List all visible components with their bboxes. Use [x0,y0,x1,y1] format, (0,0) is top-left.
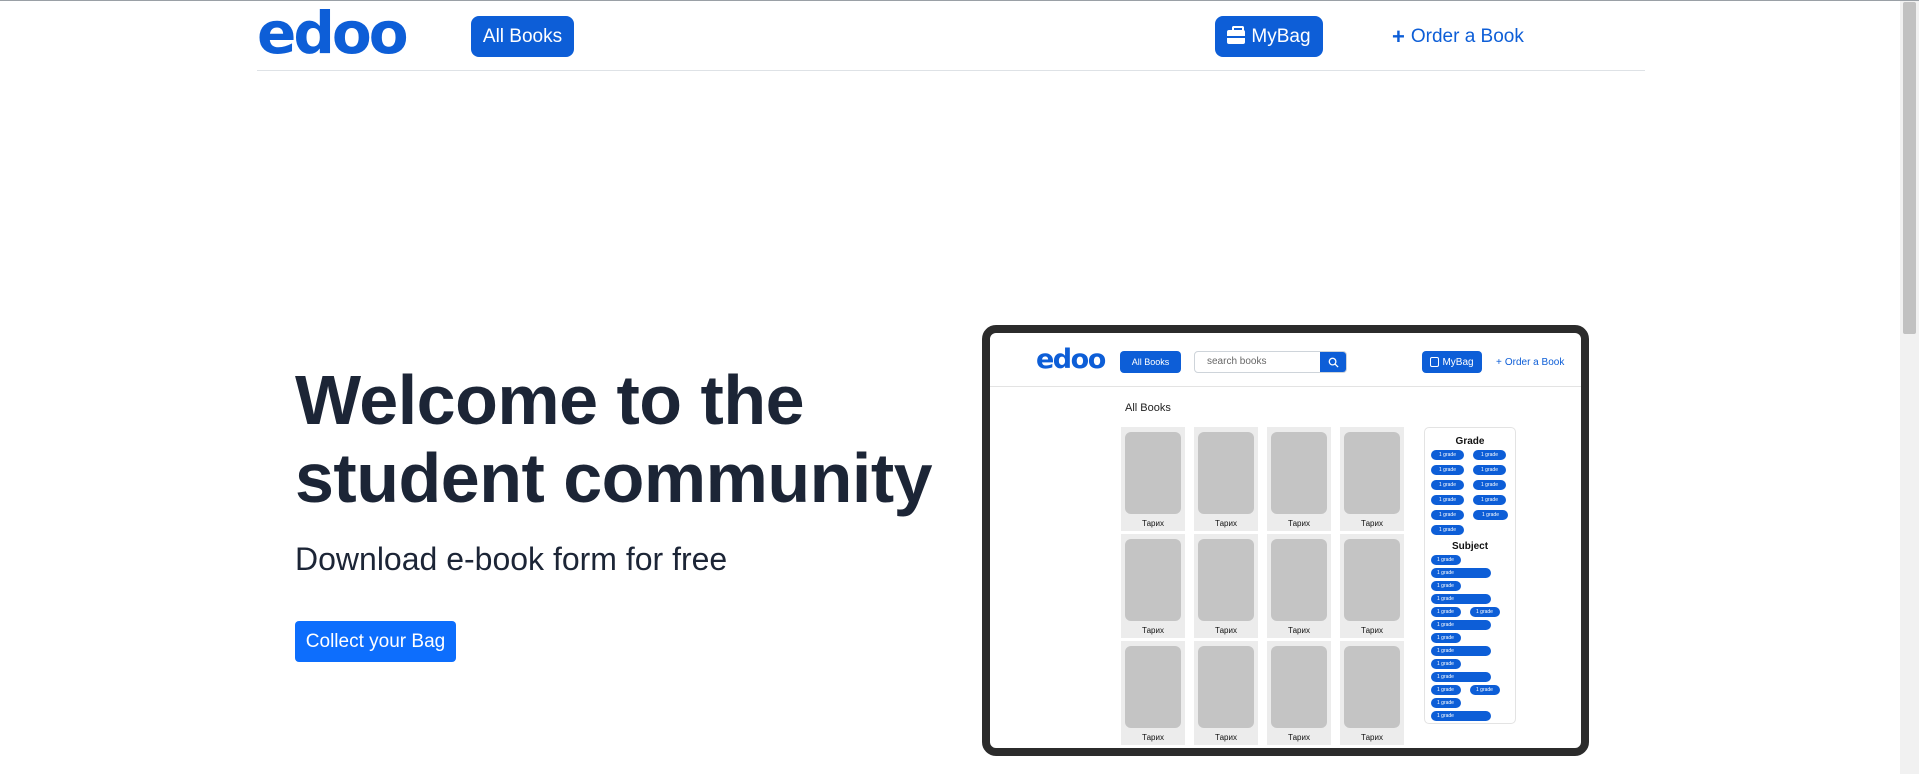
mockup-book-card: Тарих [1267,534,1331,638]
logo[interactable]: edoo [257,3,409,63]
mockup-logo: edoo [1036,344,1106,375]
mockup-subject-pill: 1 grade [1431,568,1491,578]
mockup-grade-pill: 1 grade [1431,465,1464,475]
site-header: edoo All Books MyBag + Order a Book [257,1,1645,71]
mockup-subject-pill: 1 grade [1431,594,1491,604]
mockup-book-card: Тарих [1340,641,1404,745]
mockup-subject-pill: 1 grade [1431,581,1461,591]
mockup-book-title: Тарих [1215,733,1237,742]
plus-icon: + [1392,23,1405,49]
mockup-grade-pill: 1 grade [1473,510,1508,520]
mockup-subject-pill: 1 grade [1431,698,1461,708]
mockup-grade-pill: 1 grade [1473,450,1506,460]
mockup-book-cover [1125,646,1181,728]
all-books-button[interactable]: All Books [471,16,574,57]
mybag-label: MyBag [1251,25,1311,47]
app-preview-mockup: edoo All Books search books MyBag + Orde… [982,325,1589,756]
mockup-subject-pill: 1 grade [1431,685,1461,695]
mockup-book-cover [1198,646,1254,728]
mockup-subject-pill: 1 grade [1470,685,1500,695]
mockup-header: edoo All Books search books MyBag + Orde… [990,333,1581,387]
mockup-subject-pill: 1 grade [1431,659,1461,669]
mockup-book-cover [1198,539,1254,621]
mockup-grade-pill: 1 grade [1431,510,1464,520]
mockup-book-title: Тарих [1142,626,1164,635]
search-icon [1328,357,1339,368]
mockup-book-card: Тарих [1121,427,1185,531]
hero-title-line1: Welcome to the [295,361,805,439]
mockup-mybag-label: MyBag [1442,356,1474,368]
mockup-plus-icon: + [1496,356,1502,368]
mockup-book-title: Тарих [1361,626,1383,635]
mockup-book-cover [1344,539,1400,621]
mybag-button[interactable]: MyBag [1215,16,1323,57]
mockup-book-cover [1125,539,1181,621]
mockup-section-title: All Books [1125,402,1171,414]
mockup-order-link: + Order a Book [1496,351,1564,373]
mockup-order-label: Order a Book [1504,356,1565,368]
mockup-search-bar: search books [1194,351,1347,373]
mockup-book-card: Тарих [1340,534,1404,638]
mockup-book-title: Тарих [1288,626,1310,635]
mockup-subject-pill: 1 grade [1431,672,1491,682]
mockup-book-title: Тарих [1361,733,1383,742]
mockup-book-cover [1125,432,1181,514]
mockup-book-card: Тарих [1267,641,1331,745]
mockup-grade-pill: 1 grade [1431,495,1464,505]
mockup-grade-title: Grade [1455,436,1485,447]
briefcase-icon [1227,25,1246,44]
mockup-subject-pills: 1 grade 1 grade 1 grade 1 grade 1 grade 1 gra… [1425,552,1517,721]
mockup-book-cover [1344,646,1400,728]
mockup-book-title: Тарих [1288,519,1310,528]
mockup-grade-pill: 1 grade [1473,495,1506,505]
hero-subtitle: Download e-book form for free [295,541,728,577]
mockup-subject-pill: 1 grade [1431,633,1461,643]
mockup-book-title: Тарих [1361,519,1383,528]
mockup-book-card: Тарих [1340,427,1404,531]
mockup-book-title: Тарих [1215,519,1237,528]
mockup-all-books-button: All Books [1120,351,1181,373]
mockup-book-card: Тарих [1121,534,1185,638]
hero-title-line2: student community [295,439,933,517]
mockup-grade-pill: 1 grade [1431,480,1464,490]
mockup-filter-panel: Grade 1 grade 1 grade 1 grade 1 grade 1 grad… [1424,427,1516,724]
mockup-book-title: Тарих [1215,626,1237,635]
order-book-label: Order a Book [1410,25,1524,47]
page-scrollbar[interactable] [1900,1,1919,774]
hero-title: Welcome to the student community [295,361,935,517]
mockup-book-cover [1344,432,1400,514]
mockup-subject-title: Subject [1451,541,1489,552]
mockup-mybag-button: MyBag [1422,351,1482,373]
mockup-grade-pills: 1 grade 1 grade 1 grade 1 grade 1 grade 1 gra… [1425,447,1517,535]
mockup-subject-pill: 1 grade [1470,607,1500,617]
mockup-grade-pill: 1 grade [1473,480,1506,490]
mockup-book-card: Тарих [1194,427,1258,531]
mockup-book-card: Тарих [1267,427,1331,531]
mockup-grade-pill: 1 grade [1431,450,1464,460]
mockup-book-card: Тарих [1194,641,1258,745]
mockup-book-title: Тарих [1142,519,1164,528]
mockup-book-cover [1198,432,1254,514]
mockup-book-grid: Тарих Тарих Тарих Тарих Тарих Тарих Тарих Тарих… [1121,427,1411,745]
mockup-subject-pill: 1 grade [1431,555,1461,565]
mockup-book-cover [1271,539,1327,621]
mockup-book-card: Тарих [1194,534,1258,638]
mockup-book-cover [1271,432,1327,514]
mockup-book-card: Тарих [1121,641,1185,745]
mockup-search-input: search books [1207,356,1267,367]
mockup-search-button [1320,352,1346,372]
mockup-subject-pill: 1 grade [1431,607,1461,617]
mockup-book-title: Тарих [1288,733,1310,742]
mockup-book-title: Тарих [1142,733,1164,742]
mockup-subject-pill: 1 grade [1431,711,1491,721]
mockup-subject-pill: 1 grade [1431,620,1491,630]
collect-bag-button[interactable]: Collect your Bag [295,621,456,662]
mockup-bag-icon [1430,357,1440,367]
order-book-link[interactable]: + Order a Book [1392,16,1524,57]
mockup-book-cover [1271,646,1327,728]
mockup-subject-pill: 1 grade [1431,646,1491,656]
scrollbar-thumb[interactable] [1903,2,1916,334]
mockup-grade-pill: 1 grade [1473,465,1506,475]
mockup-grade-pill: 1 grade [1431,525,1464,535]
